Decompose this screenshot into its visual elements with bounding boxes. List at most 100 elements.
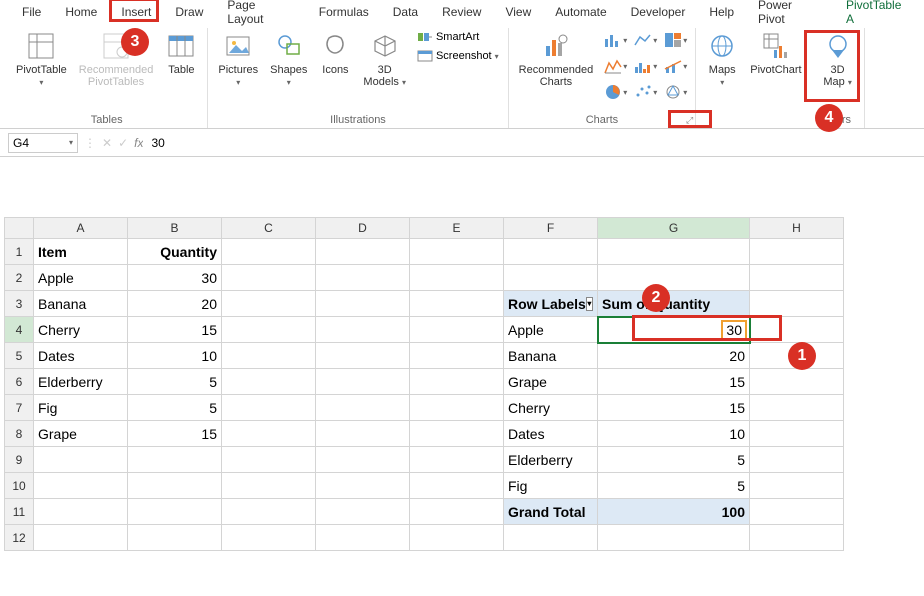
cell-B8[interactable]: 15 [128,421,222,447]
cell-F3[interactable]: Row Labels▾ [504,291,598,317]
pivottable-button[interactable]: PivotTable▾ [12,28,71,90]
menu-insert[interactable]: Insert [109,2,163,22]
row-header-9[interactable]: 9 [4,447,34,473]
cell-E10[interactable] [410,473,504,499]
cell-A2[interactable]: Apple [34,265,128,291]
3d-models-button[interactable]: 3D Models ▾ [359,28,410,90]
cell-F12[interactable] [504,525,598,551]
cell-G2[interactable] [598,265,750,291]
line-chart-button[interactable]: ▾ [631,28,659,52]
menu-home[interactable]: Home [53,2,109,22]
cell-E6[interactable] [410,369,504,395]
cell-D2[interactable] [316,265,410,291]
cell-B4[interactable]: 15 [128,317,222,343]
row-header-12[interactable]: 12 [4,525,34,551]
cancel-icon[interactable]: ✕ [102,136,112,150]
fx-icon[interactable]: fx [134,136,143,150]
cell-E4[interactable] [410,317,504,343]
3d-map-button[interactable]: 3D Map ▾ [818,28,858,90]
cell-G9[interactable]: 5 [598,447,750,473]
cell-D4[interactable] [316,317,410,343]
cell-E1[interactable] [410,239,504,265]
menu-draw[interactable]: Draw [163,2,215,22]
cell-C10[interactable] [222,473,316,499]
cell-E3[interactable] [410,291,504,317]
cell-C3[interactable] [222,291,316,317]
cell-G12[interactable] [598,525,750,551]
cell-B9[interactable] [128,447,222,473]
cell-H11[interactable] [750,499,844,525]
scatter-chart-button[interactable]: ▾ [631,80,659,104]
cell-A9[interactable] [34,447,128,473]
menu-power-pivot[interactable]: Power Pivot [746,0,834,29]
cell-F8[interactable]: Dates [504,421,598,447]
recommended-charts-button[interactable]: Recommended Charts [515,28,598,90]
cell-G5[interactable]: 20 [598,343,750,369]
cell-E5[interactable] [410,343,504,369]
cell-F4[interactable]: Apple [504,317,598,343]
cell-D12[interactable] [316,525,410,551]
cell-D11[interactable] [316,499,410,525]
cell-E9[interactable] [410,447,504,473]
cell-C6[interactable] [222,369,316,395]
cell-F6[interactable]: Grape [504,369,598,395]
cell-F10[interactable]: Fig [504,473,598,499]
cell-C11[interactable] [222,499,316,525]
cell-A3[interactable]: Banana [34,291,128,317]
cell-C9[interactable] [222,447,316,473]
col-header-F[interactable]: F [504,217,598,239]
screenshot-button[interactable]: Screenshot ▾ [414,47,502,65]
select-all-corner[interactable] [4,217,34,239]
pie-chart-button[interactable]: ▾ [601,80,629,104]
row-header-3[interactable]: 3 [4,291,34,317]
cell-F11[interactable]: Grand Total [504,499,598,525]
name-box[interactable]: G4▾ [8,133,78,153]
cell-C4[interactable] [222,317,316,343]
row-header-6[interactable]: 6 [4,369,34,395]
cell-H3[interactable] [750,291,844,317]
cell-D3[interactable] [316,291,410,317]
cell-B7[interactable]: 5 [128,395,222,421]
cell-D1[interactable] [316,239,410,265]
col-header-A[interactable]: A [34,217,128,239]
cell-B6[interactable]: 5 [128,369,222,395]
charts-dialog-launcher[interactable]: ⤢ [686,115,693,126]
menu-file[interactable]: File [10,2,53,22]
cell-G3[interactable]: Sum of Quantity [598,291,750,317]
cell-G11[interactable]: 100 [598,499,750,525]
cell-A4[interactable]: Cherry [34,317,128,343]
cell-C8[interactable] [222,421,316,447]
cell-E2[interactable] [410,265,504,291]
combo-chart-button[interactable]: ▾ [661,54,689,78]
cell-F7[interactable]: Cherry [504,395,598,421]
cell-B1[interactable]: Quantity [128,239,222,265]
cell-A6[interactable]: Elderberry [34,369,128,395]
cell-A1[interactable]: Item [34,239,128,265]
cell-D7[interactable] [316,395,410,421]
shapes-button[interactable]: Shapes▾ [266,28,311,90]
menu-automate[interactable]: Automate [543,2,618,22]
bar-chart-button[interactable]: ▾ [631,54,659,78]
row-header-4[interactable]: 4 [4,317,34,343]
menu-page-layout[interactable]: Page Layout [215,0,306,29]
pivotchart-button[interactable]: PivotChart [746,28,805,78]
cell-F1[interactable] [504,239,598,265]
row-header-7[interactable]: 7 [4,395,34,421]
table-button[interactable]: Table [161,28,201,78]
row-header-5[interactable]: 5 [4,343,34,369]
cell-D5[interactable] [316,343,410,369]
col-header-G[interactable]: G [598,217,750,239]
icons-button[interactable]: Icons [315,28,355,78]
menu-developer[interactable]: Developer [619,2,698,22]
cell-B5[interactable]: 10 [128,343,222,369]
cell-A10[interactable] [34,473,128,499]
cell-H4[interactable] [750,317,844,343]
row-header-2[interactable]: 2 [4,265,34,291]
cell-C7[interactable] [222,395,316,421]
cell-C12[interactable] [222,525,316,551]
cell-E12[interactable] [410,525,504,551]
cell-A7[interactable]: Fig [34,395,128,421]
treemap-chart-button[interactable]: ▾ [661,28,689,52]
cell-H10[interactable] [750,473,844,499]
menu-help[interactable]: Help [697,2,746,22]
